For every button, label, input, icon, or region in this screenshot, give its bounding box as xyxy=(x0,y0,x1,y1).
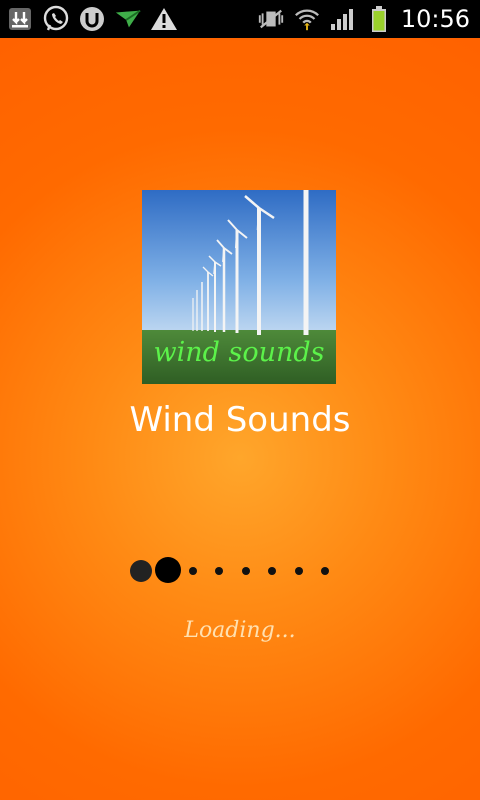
vibrate-icon xyxy=(257,5,285,33)
loading-dot xyxy=(130,560,152,582)
whatsapp-icon xyxy=(42,5,70,33)
splash-screen: wind sounds Wind Sounds Loading... xyxy=(0,38,480,800)
utorrent-icon xyxy=(78,5,106,33)
loading-indicator xyxy=(0,556,480,586)
loading-dot xyxy=(295,567,303,575)
loading-dot xyxy=(189,567,197,575)
clock: 10:56 xyxy=(400,5,470,33)
send-icon xyxy=(114,5,142,33)
loading-dot xyxy=(242,567,250,575)
warning-icon xyxy=(150,5,178,33)
battery-icon xyxy=(365,5,393,33)
loading-text: Loading... xyxy=(184,618,296,643)
loading-dot xyxy=(215,567,223,575)
wifi-icon xyxy=(293,5,321,33)
loading-dot xyxy=(268,567,276,575)
app-title: Wind Sounds xyxy=(129,400,351,440)
logo-caption: wind sounds xyxy=(153,337,325,368)
status-bar: 10:56 xyxy=(0,0,480,38)
app-logo: wind sounds xyxy=(142,190,336,384)
download-icon xyxy=(6,5,34,33)
loading-dot-active xyxy=(155,557,181,583)
loading-dot xyxy=(321,567,329,575)
system-icons: 10:56 xyxy=(257,4,470,34)
notification-icons xyxy=(6,4,178,34)
signal-icon xyxy=(329,5,357,33)
